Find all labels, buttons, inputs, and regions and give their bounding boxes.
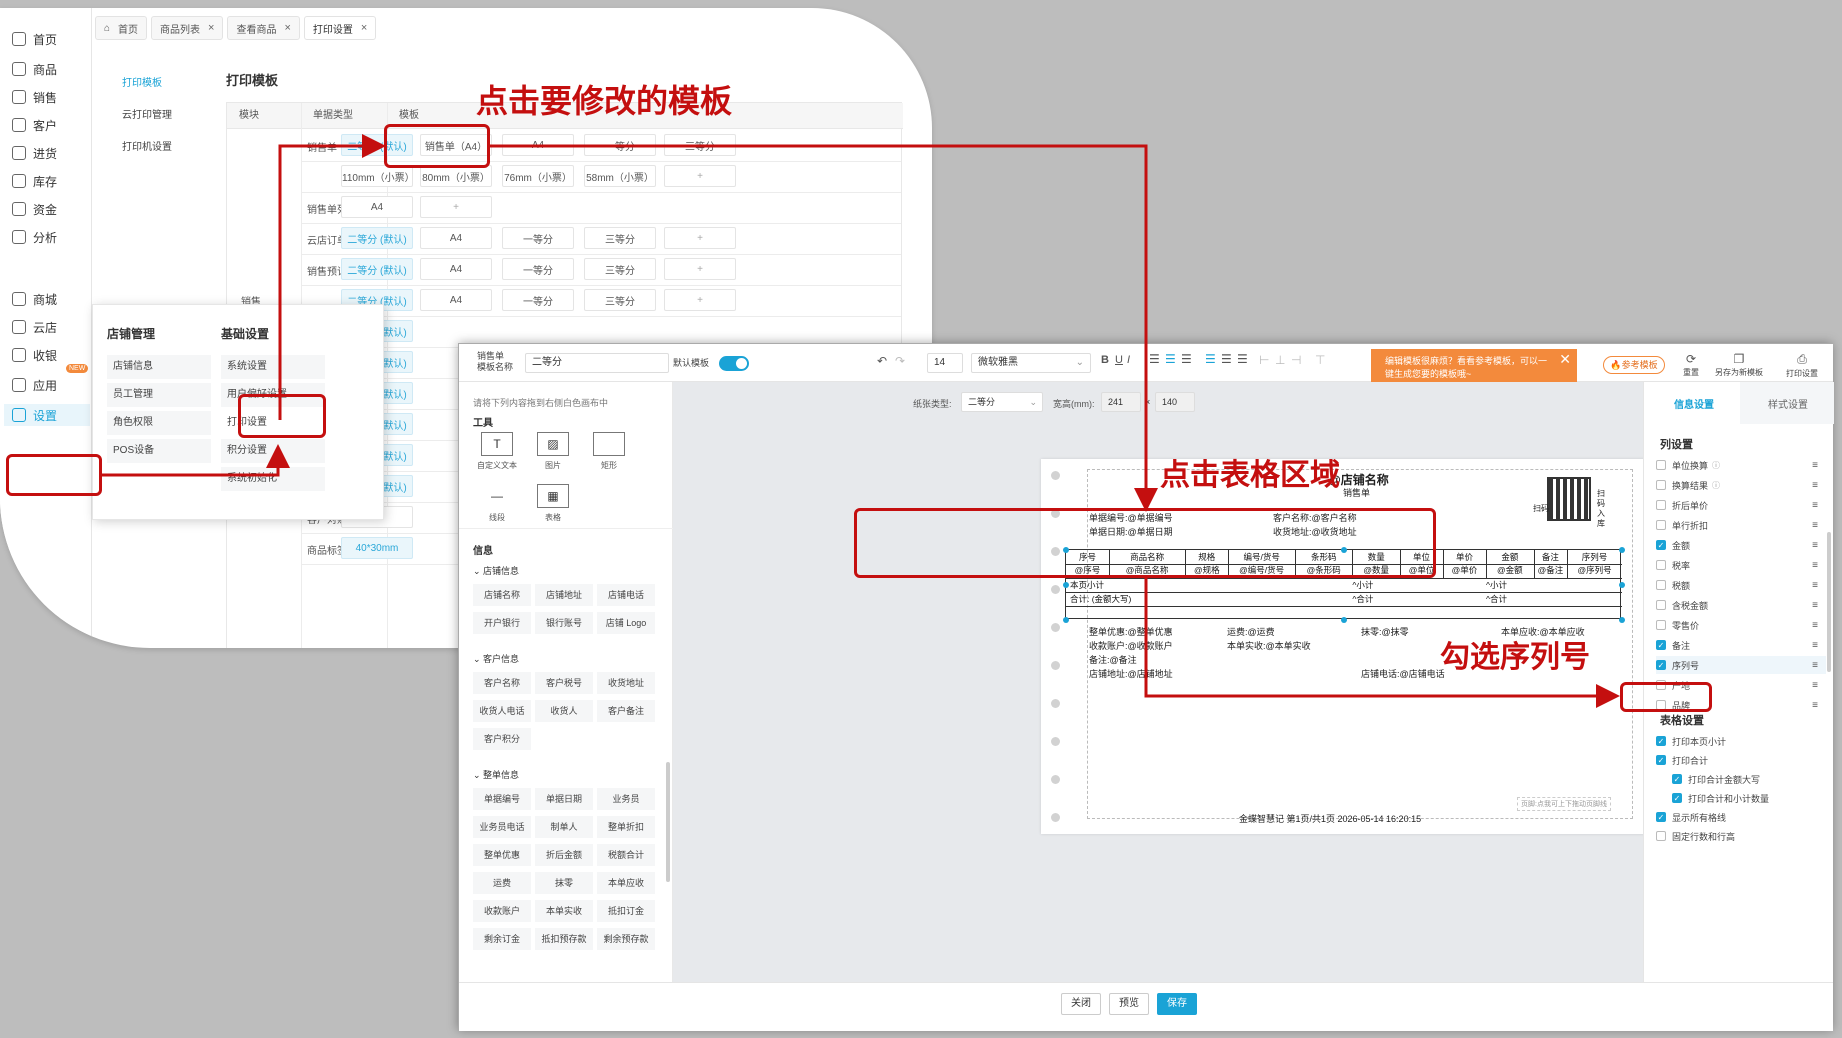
highlight-template: [384, 124, 490, 168]
annotation-click-template: 点击要修改的模板: [476, 82, 733, 120]
annotation-click-table: 点击表格区域: [1160, 458, 1340, 493]
highlight-table-area: [854, 508, 1436, 578]
arrow-template-to-table: [490, 144, 1158, 512]
highlight-settings-nav: [6, 454, 102, 496]
highlight-print-settings: [238, 394, 326, 438]
arrow-nav-to-print: [102, 444, 290, 477]
arrow-print-to-template: [278, 134, 386, 420]
annotation-check-serial: 勾选序列号: [1440, 640, 1590, 675]
highlight-serial-checkbox: [1620, 682, 1712, 712]
